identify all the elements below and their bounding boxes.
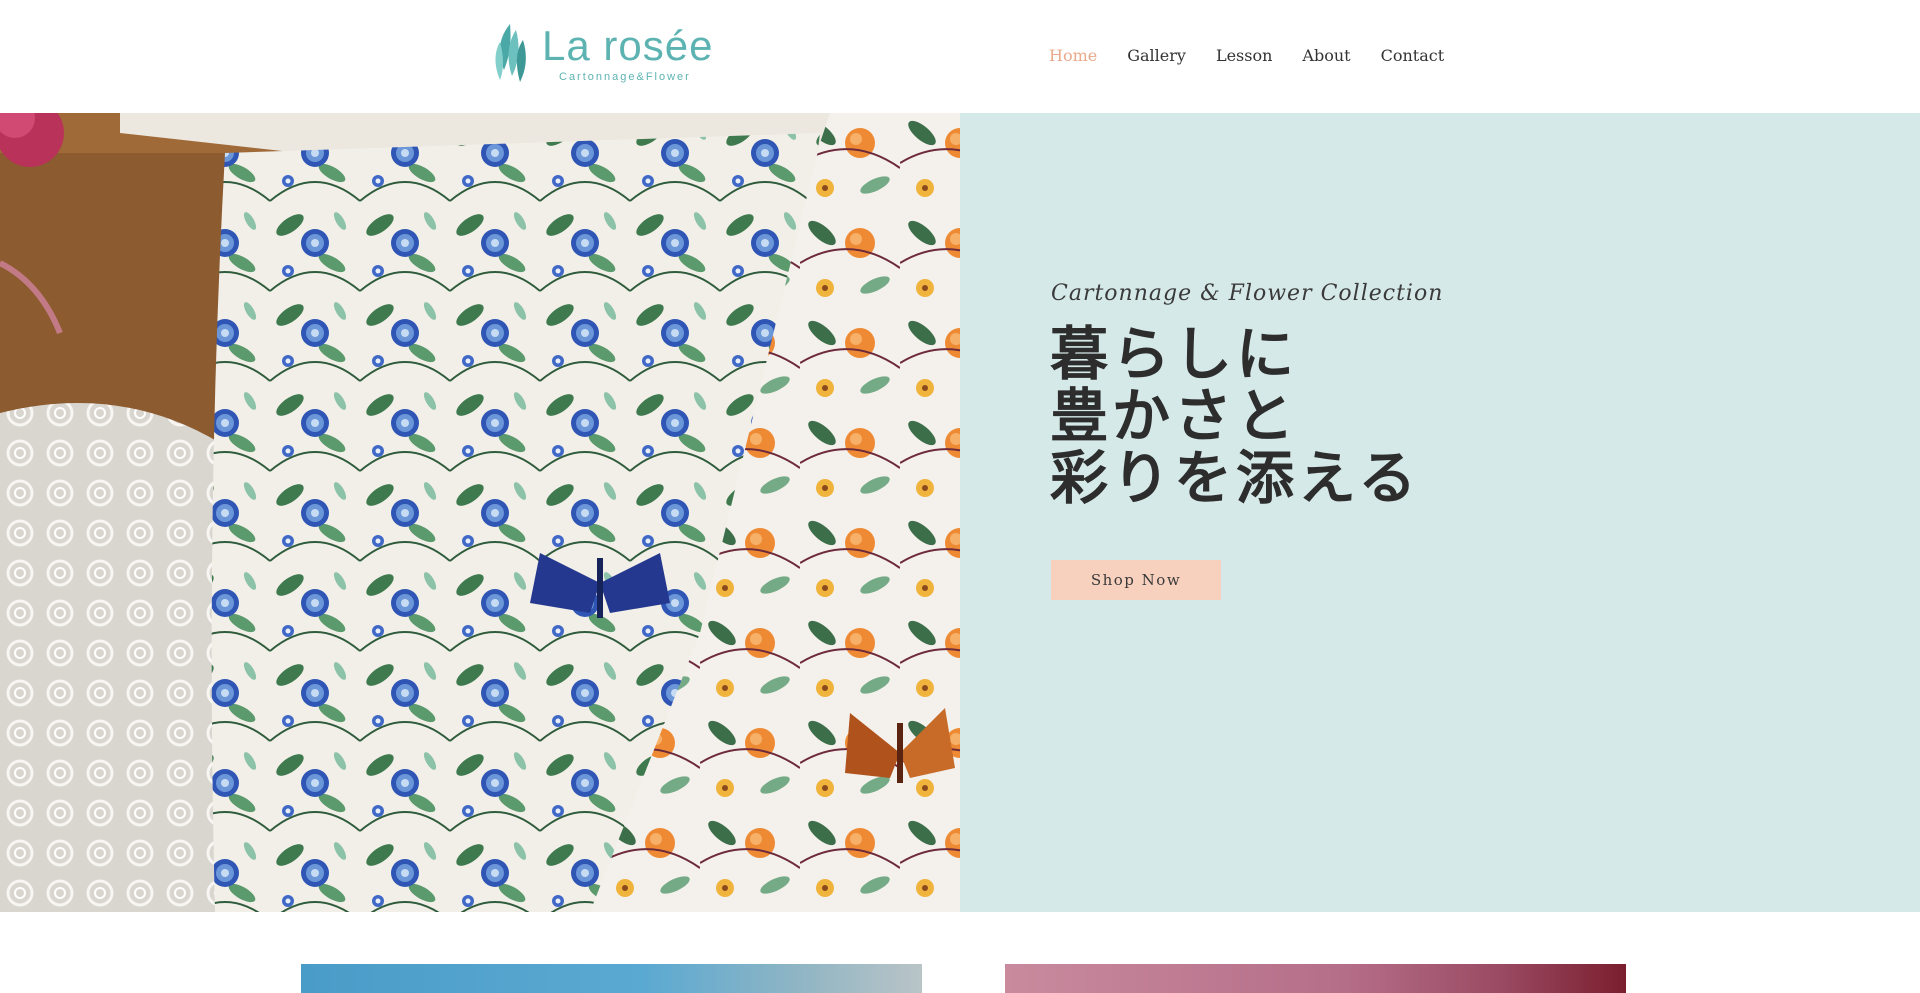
headline-line-3: 彩りを添える xyxy=(1050,444,1421,512)
shop-now-button[interactable]: Shop Now xyxy=(1051,560,1221,600)
brand-tagline: Cartonnage&Flower xyxy=(559,71,691,83)
gallery-preview-image-rose[interactable] xyxy=(1005,964,1626,993)
hero-headline: 暮らしに 豊かさと 彩りを添える xyxy=(1050,323,1420,509)
site-header: La rosée Cartonnage&Flower Home Gallery … xyxy=(0,0,1920,113)
hero-fabric-image xyxy=(0,113,960,912)
gallery-preview-image-blue[interactable] xyxy=(301,964,922,993)
leaf-logo-icon xyxy=(495,24,526,82)
headline-line-2: 豊かさと xyxy=(1050,382,1299,450)
nav-about[interactable]: About xyxy=(1287,44,1365,68)
hero-text-panel: Cartonnage & Flower Collection 暮らしに 豊かさと… xyxy=(960,113,1920,912)
nav-gallery[interactable]: Gallery xyxy=(1112,44,1201,68)
nav-contact[interactable]: Contact xyxy=(1366,44,1460,68)
headline-line-1: 暮らしに xyxy=(1050,320,1299,388)
main-nav: Home Gallery Lesson About Contact xyxy=(1049,44,1459,68)
site-logo[interactable]: La rosée Cartonnage&Flower xyxy=(490,20,712,86)
hero-section: Cartonnage & Flower Collection 暮らしに 豊かさと… xyxy=(0,113,1920,912)
floral-fabric-illustration xyxy=(0,113,960,912)
hero-subtitle: Cartonnage & Flower Collection xyxy=(1051,281,1444,306)
nav-home[interactable]: Home xyxy=(1049,44,1112,68)
brand-name: La rosée xyxy=(542,22,714,69)
nav-lesson[interactable]: Lesson xyxy=(1201,44,1287,68)
